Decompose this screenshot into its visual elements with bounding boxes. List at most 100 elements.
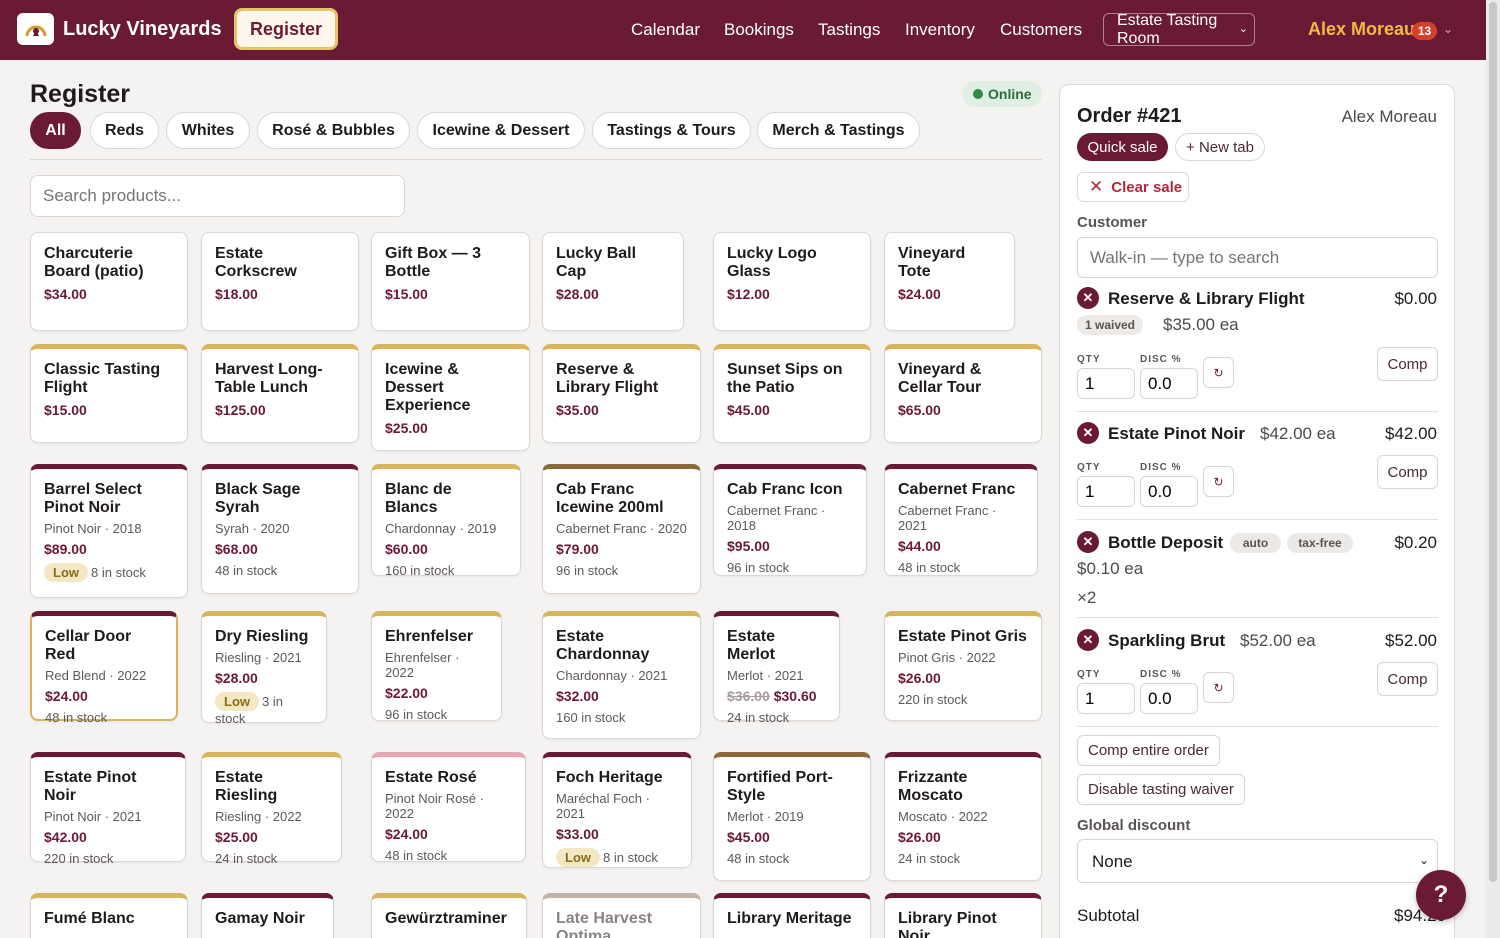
category-icewine-dessert[interactable]: Icewine & Dessert <box>417 112 585 149</box>
product-card[interactable]: Lucky Ball Cap $28.00 <box>542 232 684 331</box>
nav-calendar[interactable]: Calendar <box>631 20 700 40</box>
user-menu[interactable]: Alex Moreau <box>1308 19 1415 40</box>
product-card[interactable]: Cellar Door Red Red Blend · 2022 $24.00 48 … <box>30 611 178 725</box>
notification-badge[interactable]: 13 <box>1412 22 1437 40</box>
scrollbar[interactable] <box>1486 0 1500 938</box>
clear-sale-button[interactable]: ✕ Clear sale <box>1077 172 1189 202</box>
nav-tastings[interactable]: Tastings <box>818 20 880 40</box>
discount-input[interactable] <box>1140 476 1198 507</box>
remove-item-icon[interactable]: ✕ <box>1077 422 1099 444</box>
product-name: Late Harvest Optima <box>556 910 653 938</box>
product-card[interactable]: Gewürztraminer <box>371 893 527 938</box>
product-card[interactable]: Estate Merlot Merlot · 2021 $36.00 $30.60 2… <box>713 611 840 725</box>
product-card[interactable]: Cab Franc Icewine 200ml Cabernet Franc · … <box>542 464 701 594</box>
product-card[interactable]: Estate Chardonnay Chardonnay · 2021 $32.00… <box>542 611 701 739</box>
category-merch-tastings[interactable]: Merch & Tastings <box>757 112 920 149</box>
product-price: $15.00 <box>44 402 87 418</box>
remove-item-icon[interactable]: ✕ <box>1077 287 1099 309</box>
register-button[interactable]: Register <box>234 8 338 50</box>
refresh-icon[interactable]: ↻ <box>1203 357 1234 388</box>
category-whites[interactable]: Whites <box>166 112 250 149</box>
disable-tasting-waiver-button[interactable]: Disable tasting waiver <box>1077 774 1245 805</box>
product-card[interactable]: Classic Tasting Flight $15.00 <box>30 344 188 443</box>
category-reds[interactable]: Reds <box>90 112 159 149</box>
nav-customers[interactable]: Customers <box>1000 20 1082 40</box>
product-card[interactable]: Sunset Sips on the Patio $45.00 <box>713 344 871 443</box>
customer-search-input[interactable] <box>1077 237 1438 278</box>
logo-icon[interactable] <box>17 13 54 45</box>
nav-bookings[interactable]: Bookings <box>724 20 794 40</box>
product-card[interactable]: Frizzante Moscato Moscato · 2022 $26.00 24 … <box>884 752 1042 881</box>
nav-inventory[interactable]: Inventory <box>905 20 975 40</box>
brand-name[interactable]: Lucky Vineyards <box>63 18 222 41</box>
location-select[interactable]: Estate Tasting Room ⌄ <box>1103 12 1255 47</box>
discount-input[interactable] <box>1140 683 1198 714</box>
product-card[interactable]: Fortified Port-Style Merlot · 2019 $45.00 4… <box>713 752 871 881</box>
product-card[interactable]: Library Meritage <box>713 893 871 938</box>
product-name: Gamay Noir <box>215 910 305 927</box>
product-stock: 8 in stock <box>603 850 658 865</box>
comp-button[interactable]: Comp <box>1377 455 1438 489</box>
category-tastings-tours[interactable]: Tastings & Tours <box>592 112 751 149</box>
new-tab-button[interactable]: + New tab <box>1175 133 1265 161</box>
product-card[interactable]: Estate Pinot Noir Pinot Noir · 2021 $42.00… <box>30 752 186 866</box>
qty-input[interactable] <box>1077 476 1135 507</box>
product-price: $44.00 <box>898 538 941 554</box>
remove-item-icon[interactable]: ✕ <box>1077 629 1099 651</box>
product-card[interactable]: Late Harvest Optima <box>542 893 701 938</box>
product-card[interactable]: Icewine & Dessert Experience $25.00 <box>371 344 530 451</box>
product-card[interactable]: Estate Corkscrew $18.00 <box>201 232 359 331</box>
product-card[interactable]: Dry Riesling Riesling · 2021 $28.00 Low 3 in… <box>201 611 327 726</box>
refresh-icon[interactable]: ↻ <box>1203 466 1234 497</box>
product-card[interactable]: Vineyard Tote $24.00 <box>884 232 1015 331</box>
comp-button[interactable]: Comp <box>1377 347 1438 381</box>
product-card[interactable]: Estate Rosé Pinot Noir Rosé · 2022 $24.00 4… <box>371 752 526 863</box>
product-card[interactable]: Barrel Select Pinot Noir Pinot Noir · 201… <box>30 464 188 598</box>
product-card[interactable]: Vineyard & Cellar Tour $65.00 <box>884 344 1042 443</box>
search-input[interactable] <box>30 175 405 217</box>
product-card[interactable]: Ehrenfelser Ehrenfelser · 2022 $22.00 96 in… <box>371 611 502 722</box>
product-card[interactable]: Library Pinot Noir <box>884 893 1042 938</box>
line-item-total: $0.00 <box>1394 289 1437 308</box>
product-card[interactable]: Gamay Noir <box>201 893 334 938</box>
product-card[interactable]: Blanc de Blancs Chardonnay · 2019 $60.00 16… <box>371 464 521 578</box>
product-name: Frizzante Moscato <box>898 769 968 804</box>
product-price: $42.00 <box>44 829 87 845</box>
product-card[interactable]: Reserve & Library Flight $35.00 <box>542 344 701 443</box>
remove-item-icon[interactable]: ✕ <box>1077 531 1099 553</box>
discount-input[interactable] <box>1140 368 1198 399</box>
product-card[interactable]: Charcuterie Board (patio) $34.00 <box>30 232 188 331</box>
category-rose-bubbles[interactable]: Rosé & Bubbles <box>257 112 410 149</box>
product-card[interactable]: Estate Pinot Gris Pinot Gris · 2022 $26.00… <box>884 611 1042 721</box>
product-name: Library Pinot Noir <box>898 910 997 938</box>
product-name: Blanc de Blancs <box>385 481 452 516</box>
help-button[interactable]: ? <box>1416 870 1466 920</box>
sale-price: $30.60 <box>773 688 817 704</box>
product-card[interactable]: Cab Franc Icon Cabernet Franc · 2018 $95.0… <box>713 464 867 576</box>
product-card[interactable]: Estate Riesling Riesling · 2022 $25.00 24 i… <box>201 752 342 866</box>
original-price: $36.00 <box>727 688 770 704</box>
product-price: $95.00 <box>727 538 770 554</box>
quick-sale-tab[interactable]: Quick sale <box>1077 133 1168 161</box>
refresh-icon[interactable]: ↻ <box>1203 672 1234 703</box>
product-card[interactable]: Cabernet Franc Cabernet Franc · 2021 $44.0… <box>884 464 1038 576</box>
product-card[interactable]: Black Sage Syrah Syrah · 2020 $68.00 48 in … <box>201 464 359 594</box>
product-card[interactable]: Gift Box — 3 Bottle $15.00 <box>371 232 530 331</box>
global-discount-select[interactable]: None ⌄ <box>1077 839 1438 883</box>
comp-entire-order-button[interactable]: Comp entire order <box>1077 735 1220 766</box>
qty-input[interactable] <box>1077 368 1135 399</box>
product-card[interactable]: Harvest Long-Table Lunch $125.00 <box>201 344 359 443</box>
product-stock: 48 in stock <box>45 710 108 725</box>
scrollbar-thumb[interactable] <box>1489 2 1497 882</box>
product-card[interactable]: Lucky Logo Glass $12.00 <box>713 232 871 331</box>
comp-button[interactable]: Comp <box>1377 662 1438 696</box>
product-variety: Merlot · 2021 <box>727 668 804 683</box>
chevron-down-icon[interactable]: ⌄ <box>1443 22 1453 36</box>
qty-input[interactable] <box>1077 683 1135 714</box>
close-icon: ✕ <box>1089 177 1104 196</box>
product-variety: Merlot · 2019 <box>727 809 804 824</box>
product-price: $26.00 <box>898 670 941 686</box>
product-card[interactable]: Foch Heritage Maréchal Foch · 2021 $33.00 L… <box>542 752 692 868</box>
product-card[interactable]: Fumé Blanc <box>30 893 188 938</box>
category-all[interactable]: All <box>30 112 81 149</box>
